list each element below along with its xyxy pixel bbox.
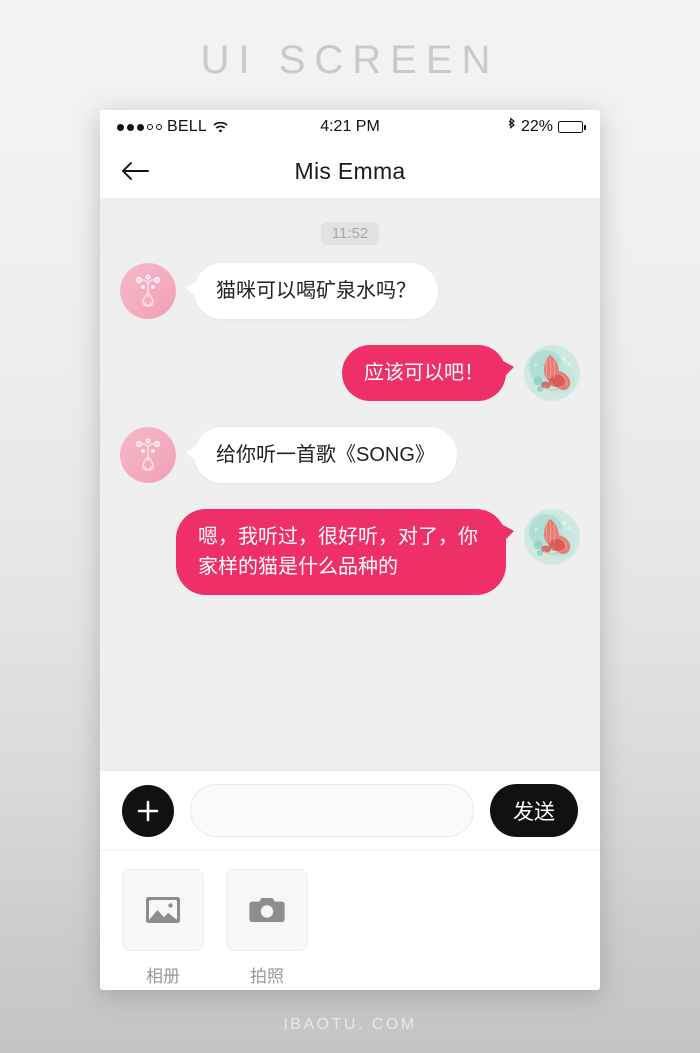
chat-timestamp-separator: 11:52 — [120, 222, 580, 245]
contact-avatar[interactable] — [120, 263, 176, 319]
carrier-label: BELL — [167, 118, 207, 135]
page-title-contact-name: Mis Emma — [294, 157, 406, 184]
chat-bubble-out[interactable]: 嗯，我听过，很好听，对了，你家样的猫是什么品种的 — [176, 509, 514, 595]
chat-message-row: 应该可以吧！ — [120, 345, 580, 401]
chat-message-row: 嗯，我听过，很好听，对了，你家样的猫是什么品种的 — [120, 509, 580, 595]
user-avatar[interactable] — [524, 509, 580, 565]
page-title: UI SCREEN — [200, 38, 500, 82]
status-bar-left: BELL — [117, 118, 228, 136]
messages-container: 猫咪可以喝矿泉水吗？ 应该可以吧！ 给你听一首歌《SONG》嗯，我听过，很好听，对了… — [120, 263, 580, 595]
user-avatar[interactable] — [524, 345, 580, 401]
attachment-panel: 相册 拍照 — [100, 850, 600, 990]
navigation-bar: Mis Emma — [100, 144, 600, 198]
chat-message-list[interactable]: 11:52 猫咪可以喝矿泉水吗？ 应该可以吧！ 给你听一首歌《SONG》嗯，我听过，… — [100, 198, 600, 770]
chat-bubble-in[interactable]: 猫咪可以喝矿泉水吗？ — [186, 263, 438, 319]
chat-timestamp: 11:52 — [320, 222, 380, 245]
signal-strength-icon — [117, 123, 162, 131]
chat-message-row: 猫咪可以喝矿泉水吗？ — [120, 263, 580, 319]
attachment-camera[interactable]: 拍照 — [226, 869, 308, 987]
attachment-album[interactable]: 相册 — [122, 869, 204, 987]
photo-library-icon — [122, 869, 204, 951]
attachment-album-label: 相册 — [146, 967, 180, 986]
phone-frame: BELL 4:21 PM 22% Mis Emma 11:52 猫咪可以喝矿泉水… — [100, 110, 600, 990]
camera-icon — [226, 869, 308, 951]
wifi-icon — [213, 121, 228, 133]
status-bar-right: 22% — [507, 117, 586, 137]
chat-bubble-in[interactable]: 给你听一首歌《SONG》 — [186, 427, 457, 483]
battery-icon — [558, 121, 586, 133]
bluetooth-icon — [507, 117, 516, 137]
site-watermark: IBAOTU. COM — [283, 1016, 417, 1033]
plus-icon[interactable] — [122, 784, 174, 837]
chat-bubble-out[interactable]: 应该可以吧！ — [342, 345, 514, 401]
message-input-bar: 发送 — [100, 770, 600, 850]
battery-percent-label: 22% — [520, 118, 553, 135]
send-button[interactable]: 发送 — [490, 784, 578, 837]
status-bar: BELL 4:21 PM 22% — [100, 110, 600, 144]
back-arrow-icon[interactable] — [118, 154, 152, 188]
attachment-camera-label: 拍照 — [250, 967, 284, 986]
message-input[interactable] — [190, 784, 474, 837]
contact-avatar[interactable] — [120, 427, 176, 483]
chat-message-row: 给你听一首歌《SONG》 — [120, 427, 580, 483]
